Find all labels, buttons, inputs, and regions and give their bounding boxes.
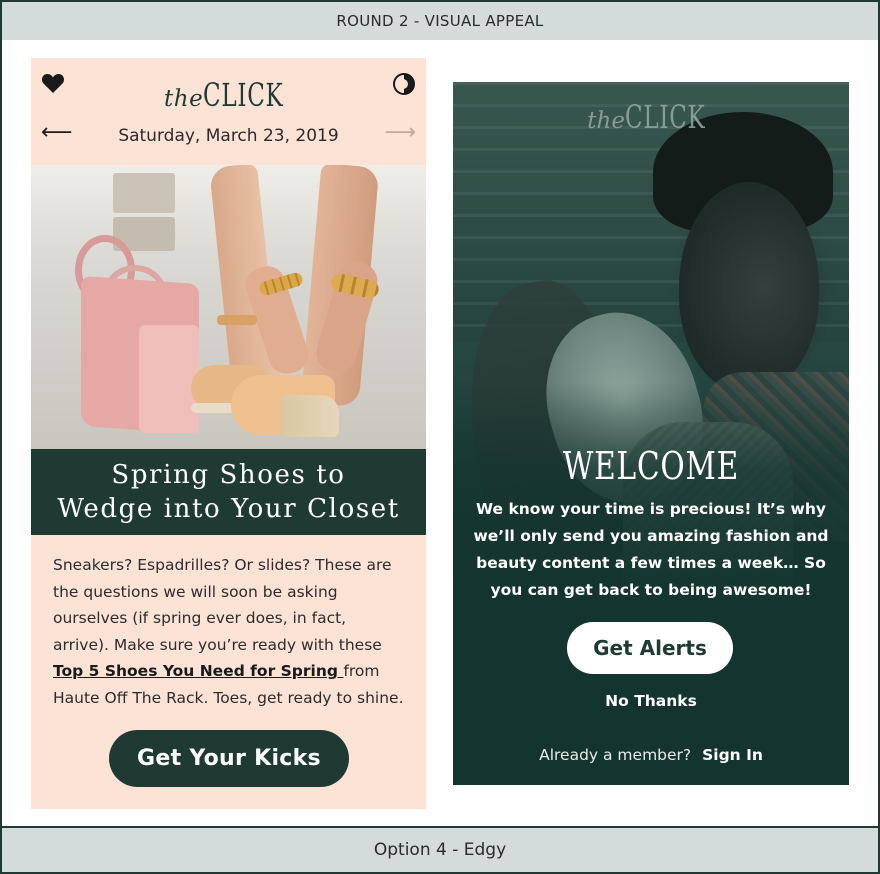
- photo-vent: [113, 173, 175, 213]
- article-link[interactable]: Top 5 Shoes You Need for Spring: [53, 662, 343, 680]
- article-body: Sneakers? Espadrilles? Or slides? These …: [31, 535, 426, 711]
- member-prompt-text: Already a member?: [539, 746, 692, 764]
- option-caption-bar: Option 4 - Edgy: [2, 826, 878, 872]
- app-header: theCLICK ⟵ Saturday, March 23, 2019 ⟶: [31, 58, 426, 165]
- get-kicks-button[interactable]: Get Your Kicks: [109, 730, 349, 787]
- welcome-title: WELCOME: [453, 444, 849, 488]
- article-body-intro: Sneakers? Espadrilles? Or slides? These …: [53, 556, 392, 654]
- photo-bag-side: [139, 325, 199, 433]
- photo-ankle-strap: [217, 315, 257, 325]
- no-thanks-link[interactable]: No Thanks: [453, 692, 849, 710]
- arrow-right-icon[interactable]: ⟶: [384, 122, 416, 144]
- headline-line-2: Wedge into Your Closet: [57, 494, 400, 524]
- photo-face-right: [679, 182, 819, 392]
- welcome-title-text: WELCOME: [562, 444, 740, 488]
- article-headline: Spring Shoes to Wedge into Your Closet: [49, 458, 408, 526]
- welcome-logo-the: the: [587, 108, 625, 134]
- option-caption: Option 4 - Edgy: [373, 840, 507, 860]
- mockup-frame: ROUND 2 - VISUAL APPEAL theCLICK ⟵ Satur…: [0, 0, 880, 874]
- welcome-logo-click: CLICK: [624, 98, 706, 136]
- hero-photo: [31, 165, 426, 449]
- newsletter-screen: theCLICK ⟵ Saturday, March 23, 2019 ⟶ Sp…: [31, 58, 426, 809]
- issue-date: Saturday, March 23, 2019: [118, 126, 339, 146]
- logo-the: the: [164, 86, 204, 112]
- welcome-message: We know your time is precious! It’s why …: [473, 500, 829, 599]
- welcome-screen: theCLICK WELCOME We know your time is pr…: [453, 82, 849, 785]
- contrast-icon[interactable]: [392, 72, 416, 96]
- member-prompt: Already a member? Sign In: [453, 746, 849, 764]
- article-headline-band: Spring Shoes to Wedge into Your Closet: [31, 449, 426, 535]
- photo-shoe-wedge: [281, 395, 339, 437]
- logo-click: CLICK: [203, 76, 284, 114]
- sign-in-link[interactable]: Sign In: [702, 746, 763, 764]
- welcome-logo: theCLICK: [453, 98, 849, 136]
- round-title: ROUND 2 - VISUAL APPEAL: [336, 12, 544, 30]
- headline-line-1: Spring Shoes to: [111, 460, 346, 490]
- app-logo: theCLICK: [31, 76, 426, 114]
- get-alerts-button[interactable]: Get Alerts: [567, 622, 733, 674]
- round-title-bar: ROUND 2 - VISUAL APPEAL: [2, 2, 878, 40]
